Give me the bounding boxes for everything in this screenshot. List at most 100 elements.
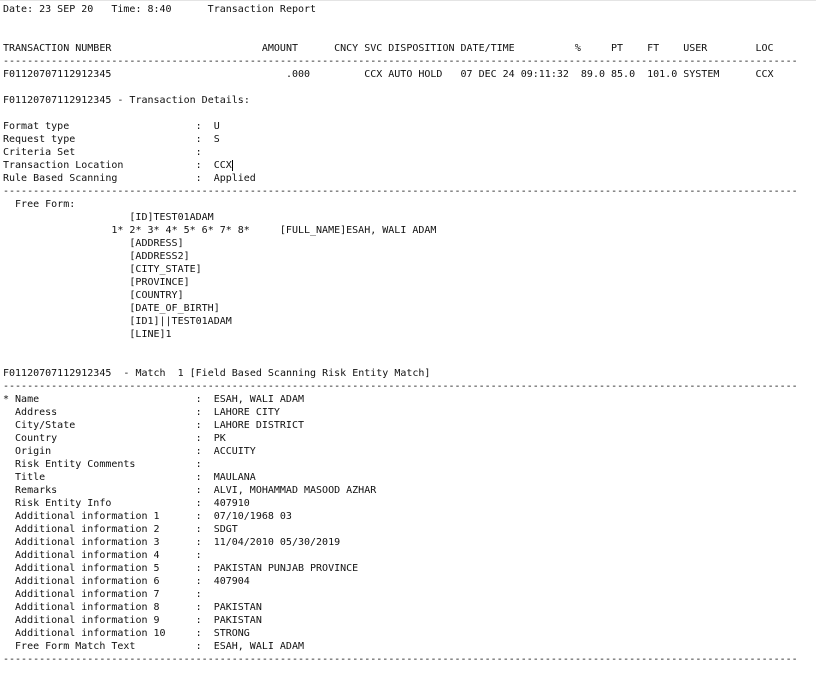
match-colon: : bbox=[195, 485, 202, 496]
match-label: City/State bbox=[15, 420, 76, 431]
detail-colon: : bbox=[195, 121, 202, 132]
match-colon: : bbox=[195, 615, 202, 626]
match-label: Additional information 6 bbox=[15, 576, 160, 587]
column-header: FT bbox=[647, 43, 660, 54]
match-colon: : bbox=[195, 420, 202, 431]
match-colon: : bbox=[195, 433, 202, 444]
detail-label: Criteria Set bbox=[3, 147, 76, 158]
column-header: TRANSACTION NUMBER bbox=[3, 43, 112, 54]
column-header: PT bbox=[611, 43, 624, 54]
divider: ----------------------------------------… bbox=[3, 654, 797, 665]
column-header: CNCY bbox=[334, 43, 359, 54]
match-value: 407904 bbox=[213, 576, 250, 587]
detail-value: S bbox=[213, 134, 220, 145]
report-time: Time: 8:40 bbox=[111, 4, 172, 15]
match-value: LAHORE DISTRICT bbox=[213, 420, 304, 431]
match-value: STRONG bbox=[213, 628, 250, 639]
match-label: Additional information 4 bbox=[15, 550, 160, 561]
match-colon: : bbox=[195, 628, 202, 639]
free-form-label: Free Form: bbox=[15, 199, 76, 210]
column-header: AMOUNT bbox=[261, 43, 298, 54]
match-label: Risk Entity Info bbox=[15, 498, 112, 509]
match-title: F01120707112912345 - Match 1 [Field Base… bbox=[3, 368, 431, 379]
match-label: Additional information 10 bbox=[15, 628, 166, 639]
match-value: PAKISTAN bbox=[213, 602, 262, 613]
match-colon: : bbox=[195, 472, 202, 483]
match-colon: : bbox=[195, 589, 202, 600]
column-header: DATE/TIME bbox=[460, 43, 515, 54]
match-colon: : bbox=[195, 576, 202, 587]
transaction-amount: .000 bbox=[285, 69, 311, 80]
match-colon: : bbox=[195, 459, 202, 470]
match-label: Free Form Match Text bbox=[15, 641, 136, 652]
transaction-pt: 85.0 bbox=[611, 69, 636, 80]
detail-value: U bbox=[213, 121, 220, 132]
detail-colon: : bbox=[195, 173, 202, 184]
divider: ----------------------------------------… bbox=[3, 186, 797, 197]
detail-label: Request type bbox=[3, 134, 76, 145]
match-value: PAKISTAN PUNJAB PROVINCE bbox=[213, 563, 359, 574]
match-label: Title bbox=[15, 472, 46, 483]
detail-value: Applied bbox=[213, 173, 256, 184]
detail-label: Rule Based Scanning bbox=[3, 173, 118, 184]
free-form-line: [COUNTRY] bbox=[129, 290, 184, 301]
transaction-number: F01120707112912345 bbox=[3, 69, 112, 80]
match-colon: : bbox=[195, 602, 202, 613]
detail-colon: : bbox=[195, 134, 202, 145]
detail-label: Transaction Location bbox=[3, 160, 124, 171]
free-form-full-name: [FULL_NAME]ESAH, WALI ADAM bbox=[279, 225, 437, 236]
details-title: F01120707112912345 - Transaction Details… bbox=[3, 95, 250, 106]
transaction-disposition: AUTO HOLD bbox=[388, 69, 443, 80]
match-value: SDGT bbox=[213, 524, 238, 535]
free-form-line: [ID1]||TEST01ADAM bbox=[129, 316, 232, 327]
match-value: 407910 bbox=[213, 498, 250, 509]
free-form-line: [ADDRESS2] bbox=[129, 251, 190, 262]
transaction-svc: CCX bbox=[364, 69, 383, 80]
match-value: PAKISTAN bbox=[213, 615, 262, 626]
match-label: Additional information 3 bbox=[15, 537, 160, 548]
detail-label: Format type bbox=[3, 121, 70, 132]
match-colon: : bbox=[195, 550, 202, 561]
column-header: USER bbox=[683, 43, 708, 54]
free-form-markers: 1* 2* 3* 4* 5* 6* 7* 8* bbox=[111, 225, 250, 236]
match-value: ESAH, WALI ADAM bbox=[213, 394, 304, 405]
match-colon: : bbox=[195, 498, 202, 509]
match-colon: : bbox=[195, 563, 202, 574]
free-form-line: [PROVINCE] bbox=[129, 277, 190, 288]
match-label: Additional information 2 bbox=[15, 524, 160, 535]
match-label: Risk Entity Comments bbox=[15, 459, 136, 470]
match-colon: : bbox=[195, 394, 202, 405]
column-header: LOC bbox=[755, 43, 774, 54]
match-value: ACCUITY bbox=[213, 446, 256, 457]
match-value: MAULANA bbox=[213, 472, 256, 483]
match-value: 11/04/2010 05/30/2019 bbox=[213, 537, 341, 548]
match-colon: : bbox=[195, 446, 202, 457]
detail-colon: : bbox=[195, 147, 202, 158]
match-label: Additional information 8 bbox=[15, 602, 160, 613]
match-value: PK bbox=[213, 433, 226, 444]
divider: ----------------------------------------… bbox=[3, 381, 797, 392]
transaction-datetime: 07 DEC 24 09:11:32 bbox=[460, 69, 569, 80]
free-form-line: [ADDRESS] bbox=[129, 238, 184, 249]
match-label: Country bbox=[15, 433, 58, 444]
free-form-line: [LINE]1 bbox=[129, 329, 172, 340]
column-header: SVC bbox=[364, 43, 383, 54]
match-label: Additional information 9 bbox=[15, 615, 160, 626]
free-form-line: [DATE_OF_BIRTH] bbox=[129, 303, 220, 314]
match-label: Additional information 5 bbox=[15, 563, 160, 574]
detail-value: CCX bbox=[213, 160, 232, 171]
match-label: Address bbox=[15, 407, 58, 418]
transaction-user: SYSTEM bbox=[683, 69, 720, 80]
match-label: * Name bbox=[3, 394, 40, 405]
match-value: 07/10/1968 03 bbox=[213, 511, 292, 522]
match-label: Additional information 7 bbox=[15, 589, 160, 600]
match-label: Remarks bbox=[15, 485, 58, 496]
match-colon: : bbox=[195, 641, 202, 652]
detail-colon: : bbox=[195, 160, 202, 171]
match-label: Additional information 1 bbox=[15, 511, 160, 522]
match-colon: : bbox=[195, 511, 202, 522]
transaction-percent: 89.0 bbox=[580, 69, 605, 80]
report-date: Date: 23 SEP 20 bbox=[3, 4, 94, 15]
match-colon: : bbox=[195, 407, 202, 418]
column-header: % bbox=[574, 43, 581, 54]
